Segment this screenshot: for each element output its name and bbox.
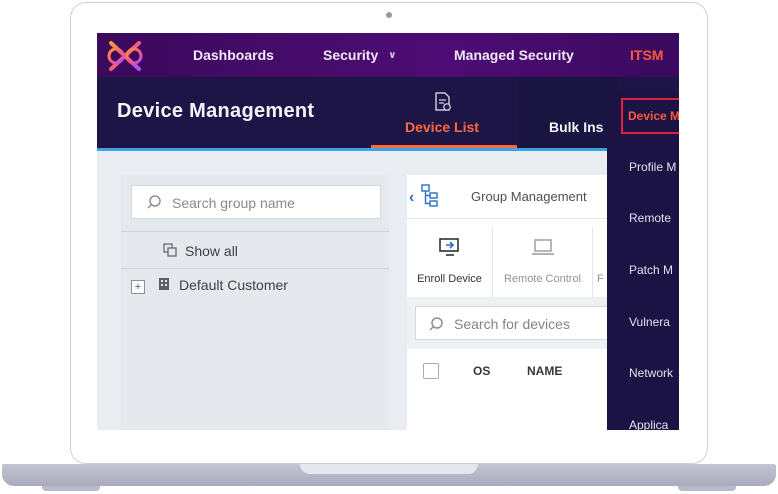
camera-icon — [386, 12, 392, 18]
search-icon — [147, 195, 161, 209]
brand-logo[interactable] — [105, 38, 145, 74]
menu-item-patch-management[interactable]: Patch M — [629, 263, 673, 277]
nav-security[interactable]: Security ∨ — [323, 33, 396, 77]
nav-itsm[interactable]: ITSM — [630, 33, 663, 77]
menu-item-remote[interactable]: Remote — [629, 211, 671, 225]
itsm-dropdown-menu: Device M Profile M Remote Patch M Vulner… — [607, 90, 679, 430]
show-all-label: Show all — [185, 243, 238, 259]
top-navigation: Dashboards Security ∨ Managed Security IT… — [97, 33, 679, 77]
column-name[interactable]: NAME — [527, 364, 562, 378]
page-title: Device Management — [117, 100, 315, 122]
default-customer-label: Default Customer — [179, 277, 288, 293]
enroll-device-button[interactable]: Enroll Device — [407, 227, 493, 297]
group-panel: Search group name Show all + Default Cus… — [121, 175, 389, 430]
remote-control-icon — [531, 239, 554, 255]
device-list-icon — [435, 92, 451, 111]
show-all-icon — [163, 243, 177, 257]
device-table-header: OS NAME — [407, 349, 607, 393]
action-toolbar: Enroll Device Remote Control F — [407, 227, 607, 297]
tab-bulk-install[interactable]: Bulk Ins — [517, 77, 617, 148]
group-management-bar: ‹ Group Management — [407, 175, 607, 219]
enroll-device-label: Enroll Device — [417, 273, 482, 285]
select-all-checkbox[interactable] — [423, 363, 439, 379]
menu-item-vulnerability[interactable]: Vulnera — [629, 315, 670, 329]
group-search-input[interactable]: Search group name — [131, 185, 381, 219]
enroll-device-icon — [438, 238, 459, 256]
device-search-area: Search for devices — [407, 297, 607, 349]
app-screen: Dashboards Security ∨ Managed Security IT… — [97, 33, 679, 430]
menu-item-application[interactable]: Applica — [629, 418, 668, 430]
chevron-down-icon: ∨ — [388, 50, 397, 61]
more-action-label: F — [597, 273, 604, 285]
tab-bulk-install-label: Bulk Ins — [549, 119, 604, 135]
menu-item-device-management[interactable]: Device M — [621, 98, 679, 134]
page-header: Device Management Device List Bulk Ins — [97, 77, 679, 148]
nav-managed-security[interactable]: Managed Security — [454, 33, 574, 77]
search-icon — [429, 317, 443, 331]
expand-icon[interactable]: + — [131, 280, 145, 294]
show-all-row[interactable]: Show all — [121, 231, 389, 269]
device-search-placeholder: Search for devices — [454, 316, 570, 332]
tree-item-default-customer[interactable]: + Default Customer — [121, 269, 389, 301]
laptop-foot-left — [42, 486, 100, 491]
nav-security-label: Security — [323, 47, 379, 63]
laptop-notch — [300, 464, 478, 474]
remote-control-button[interactable]: Remote Control — [493, 227, 593, 297]
menu-item-profile-management[interactable]: Profile M — [629, 160, 676, 174]
group-search-placeholder: Search group name — [172, 195, 295, 211]
column-os[interactable]: OS — [473, 364, 490, 378]
device-search-input[interactable]: Search for devices — [415, 306, 607, 340]
tab-device-list-label: Device List — [405, 119, 479, 135]
header-accent-strip — [97, 148, 679, 151]
menu-item-network[interactable]: Network — [629, 366, 673, 380]
remote-control-label: Remote Control — [503, 273, 582, 285]
collapse-arrow-icon[interactable]: ‹ — [409, 189, 414, 207]
building-icon — [159, 278, 169, 290]
more-action-button[interactable]: F — [593, 227, 607, 297]
laptop-foot-right — [678, 486, 736, 491]
hierarchy-icon — [421, 184, 438, 207]
tab-device-list[interactable]: Device List — [371, 77, 517, 148]
device-panel: ‹ Group Management Enroll Device Remote … — [407, 175, 607, 430]
nav-dashboards[interactable]: Dashboards — [193, 33, 274, 77]
group-management-label[interactable]: Group Management — [471, 189, 587, 204]
